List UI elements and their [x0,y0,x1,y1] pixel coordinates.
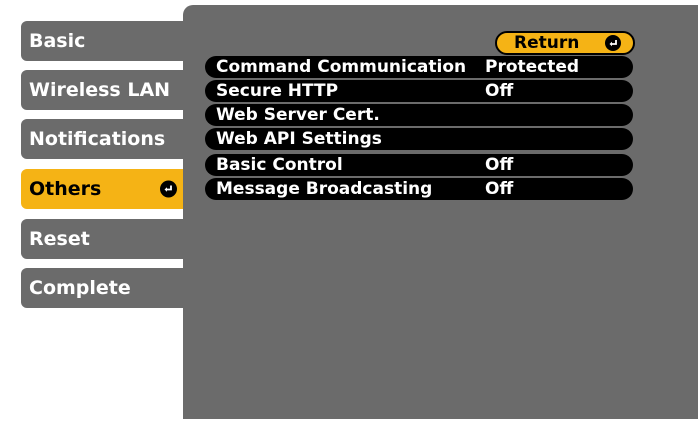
menu-item-label: Complete [29,277,131,299]
menu-item-basic[interactable]: Basic [21,21,193,61]
setting-label: Web API Settings [216,129,382,149]
menu-item-label: Notifications [29,128,166,150]
menu-item-label: Basic [29,30,86,52]
menu-item-complete[interactable]: Complete [21,268,193,308]
setting-label: Command Communication [216,57,467,77]
setting-value: Off [485,81,514,101]
menu-item-notifications[interactable]: Notifications [21,119,193,159]
setting-row-web-server-cert[interactable]: Web Server Cert. [205,104,633,126]
setting-row-secure-http[interactable]: Secure HTTP Off [205,80,633,102]
enter-icon [605,35,621,51]
menu-item-others[interactable]: Others [21,169,187,209]
return-button-label: Return [514,33,580,53]
setting-label: Basic Control [216,155,343,175]
return-button[interactable]: Return [495,31,635,55]
menu-item-label: Others [29,178,102,200]
setting-value: Off [485,155,514,175]
menu-item-label: Reset [29,228,90,250]
setting-row-message-broadcasting[interactable]: Message Broadcasting Off [205,178,633,200]
menu-item-label: Wireless LAN [29,79,171,101]
menu-item-wireless-lan[interactable]: Wireless LAN [21,70,193,110]
setting-label: Message Broadcasting [216,179,433,199]
enter-icon [160,180,177,198]
setting-value: Protected [485,57,580,77]
setting-value: Off [485,179,514,199]
setting-row-basic-control[interactable]: Basic Control Off [205,154,633,176]
setting-row-command-communication[interactable]: Command Communication Protected [205,56,633,78]
menu-item-reset[interactable]: Reset [21,219,193,259]
setting-label: Secure HTTP [216,81,339,101]
setting-row-web-api-settings[interactable]: Web API Settings [205,128,633,150]
setting-label: Web Server Cert. [216,105,380,125]
